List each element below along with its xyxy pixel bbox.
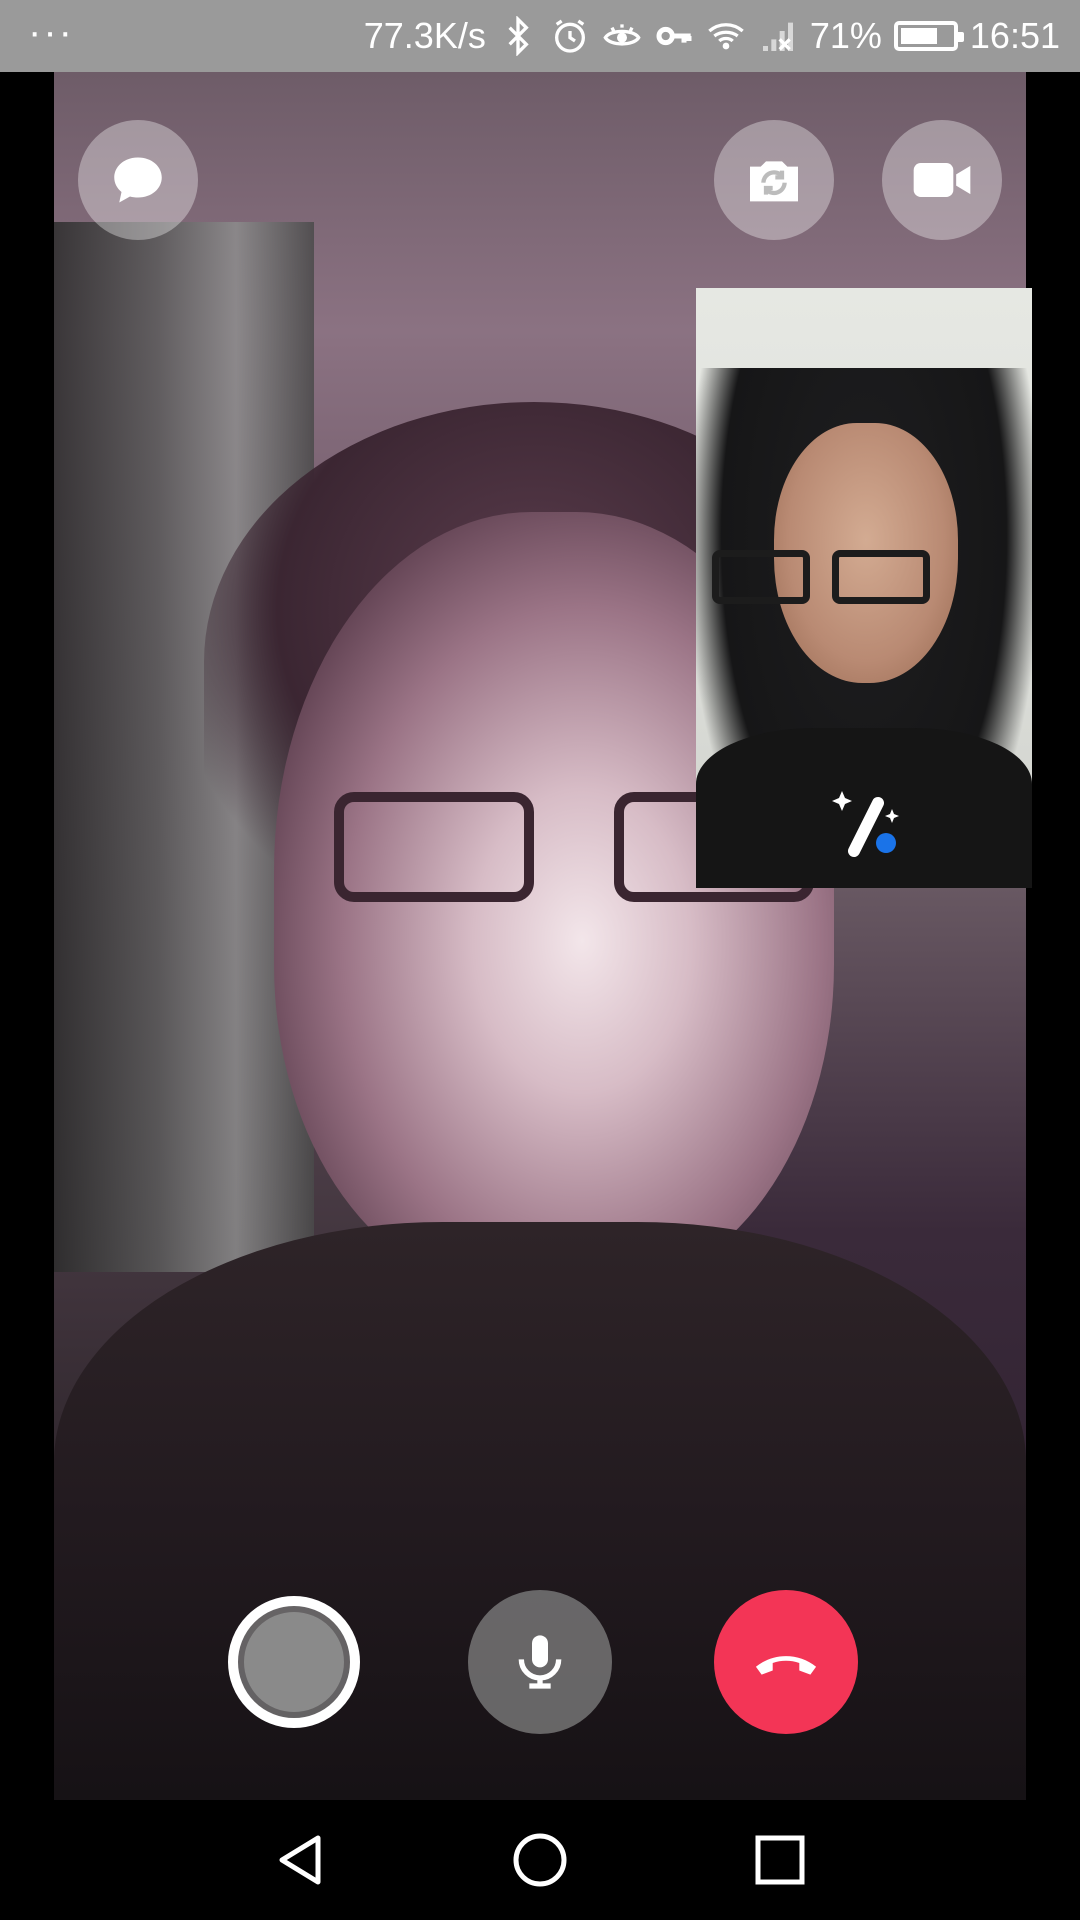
flip-camera-button[interactable] <box>714 120 834 240</box>
end-call-icon <box>755 1656 817 1675</box>
mute-button[interactable] <box>468 1590 612 1734</box>
chat-button[interactable] <box>78 120 198 240</box>
video-toggle-button[interactable] <box>882 120 1002 240</box>
home-icon[interactable] <box>510 1830 570 1890</box>
microphone-icon <box>518 1635 562 1689</box>
signal-icon <box>762 22 793 51</box>
video-camera-icon <box>913 163 971 197</box>
end-call-button[interactable] <box>714 1590 858 1734</box>
bluetooth-icon <box>508 16 529 56</box>
battery-icon <box>893 21 964 51</box>
clock: 16:51 <box>969 15 1060 56</box>
key-icon <box>656 26 692 46</box>
status-bar: ··· 77.3K/s 71% 16:51 <box>0 0 1080 72</box>
self-preview[interactable] <box>696 288 1032 888</box>
battery-fill <box>900 28 937 44</box>
eye-icon <box>603 24 641 46</box>
capture-button[interactable] <box>228 1596 360 1728</box>
video-call-screen: ··· 77.3K/s 71% 16:51 <box>0 0 1080 1920</box>
network-speed: 77.3K/s <box>363 15 486 56</box>
effects-wand-icon[interactable] <box>826 783 906 863</box>
status-icons: 77.3K/s 71% 16:51 <box>364 0 1060 72</box>
more-indicator: ··· <box>28 10 74 54</box>
recents-icon[interactable] <box>750 1830 810 1890</box>
alarm-icon <box>554 19 585 53</box>
wifi-icon <box>708 23 744 50</box>
self-glasses <box>712 550 1020 610</box>
chat-icon <box>114 157 162 203</box>
flip-camera-icon <box>750 161 798 202</box>
battery-percent: 71% <box>809 15 882 56</box>
navigation-bar <box>0 1800 1080 1920</box>
back-icon[interactable] <box>270 1830 330 1890</box>
